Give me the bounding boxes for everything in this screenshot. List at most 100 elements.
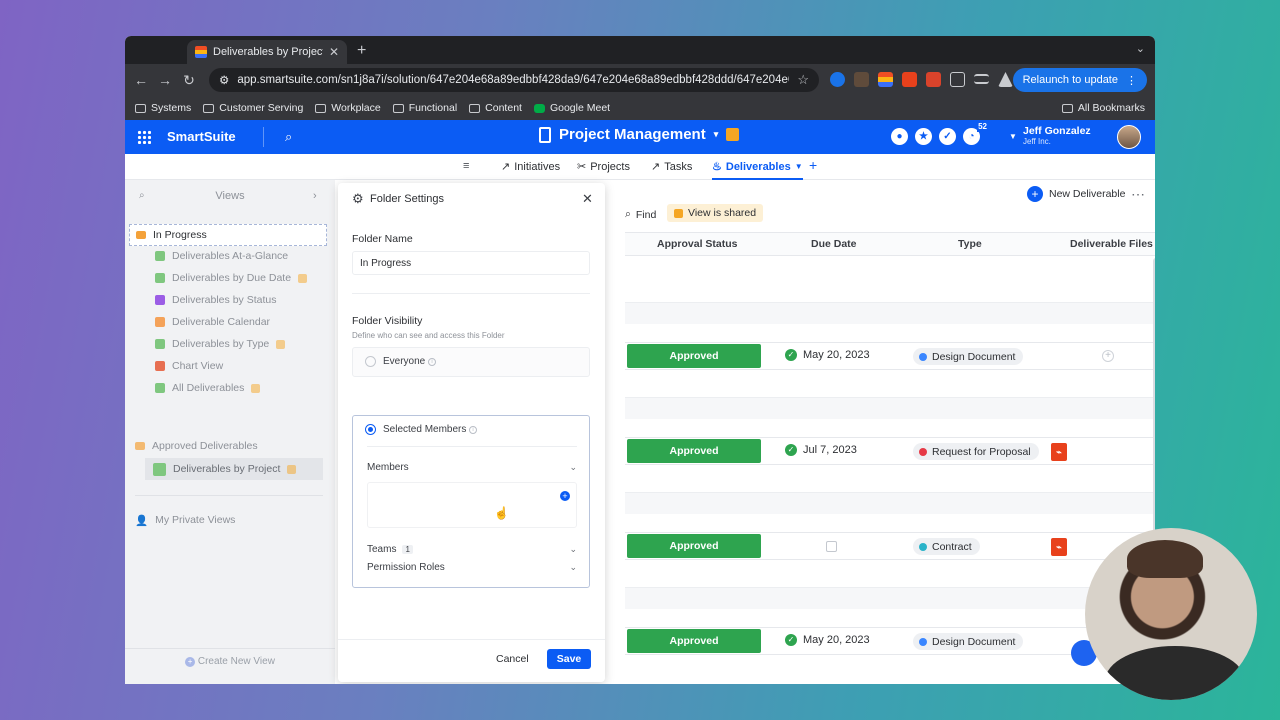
extension-icon[interactable] (926, 72, 941, 87)
tab-search-chevron-icon[interactable]: ⌄ (1136, 42, 1145, 55)
column-header[interactable]: Type (958, 238, 982, 250)
table-row[interactable]: Approved Contract ⌁ (625, 532, 1155, 560)
folder-approved-deliverables[interactable]: Approved Deliverables (135, 436, 335, 456)
type-tag[interactable]: Request for Proposal (913, 443, 1039, 460)
group-header[interactable] (625, 397, 1155, 419)
info-icon[interactable]: i (428, 358, 436, 366)
browser-tab[interactable]: Deliverables by Project | Deli ✕ (187, 40, 347, 64)
chevron-down-icon[interactable]: ⌄ (569, 462, 577, 473)
downloads-icon[interactable] (998, 72, 1013, 87)
column-header[interactable]: Due Date (811, 238, 857, 250)
site-settings-icon[interactable]: ⚙ (219, 73, 229, 87)
visibility-option-selected-members[interactable]: Selected Members i Members ⌄ + Teams 1 ⌄ … (352, 415, 590, 588)
collapse-chevron-icon[interactable]: › (313, 190, 317, 202)
solution-title[interactable]: Project Management ▾ (539, 126, 740, 143)
relaunch-button[interactable]: Relaunch to update ⋮ (1012, 68, 1147, 92)
bookmark-content[interactable]: Content (469, 102, 522, 114)
hamburger-menu-icon[interactable]: ≡ (463, 160, 469, 172)
bookmark-functional[interactable]: Functional (392, 102, 457, 114)
reload-icon[interactable]: ↻ (177, 72, 201, 89)
view-deliverables-by-project[interactable]: Deliverables by Project (145, 458, 323, 480)
approval-status-cell[interactable]: Approved (627, 629, 761, 653)
chevron-down-icon[interactable]: ⌄ (569, 562, 577, 573)
find-button[interactable]: ⌕ Find (625, 208, 656, 221)
bookmark-systems[interactable]: Systems (135, 102, 191, 114)
back-icon[interactable]: ← (129, 72, 153, 88)
type-tag[interactable]: Design Document (913, 348, 1024, 365)
table-row[interactable]: Approved ✓ May 20, 2023 Design Document + (625, 342, 1155, 370)
rss-icon[interactable] (726, 128, 740, 141)
table-row[interactable]: Approved ✓ Jul 7, 2023 Request for Proposal… (625, 437, 1155, 465)
menu-dots-icon[interactable]: ⋮ (1126, 74, 1137, 87)
tab-tasks[interactable]: ↗ Tasks (651, 160, 692, 174)
pdf-file-icon[interactable]: ⌁ (1051, 443, 1067, 461)
pdf-file-icon[interactable]: ⌁ (1051, 538, 1067, 556)
folder-in-progress[interactable]: In Progress (129, 224, 327, 246)
extension-icon[interactable] (854, 72, 869, 87)
visibility-option-everyone[interactable]: Everyone i (352, 347, 590, 377)
puzzle-icon[interactable] (950, 72, 965, 87)
bookmark-workplace[interactable]: Workplace (315, 102, 381, 114)
view-item[interactable]: All Deliverables (155, 378, 355, 398)
close-icon[interactable]: ✕ (582, 191, 593, 207)
group-header[interactable] (625, 492, 1155, 514)
view-item[interactable]: Deliverables by Status (155, 290, 355, 310)
view-item[interactable]: Deliverable Calendar (155, 312, 355, 332)
app-launcher-icon[interactable] (137, 130, 151, 144)
search-icon[interactable]: ⌕ (285, 129, 292, 145)
extension-icon[interactable] (830, 72, 845, 87)
approval-status-cell[interactable]: Approved (627, 344, 761, 368)
chevron-down-icon[interactable]: ▼ (795, 162, 803, 171)
view-item[interactable]: Chart View (155, 356, 355, 376)
view-shared-badge[interactable]: View is shared (667, 204, 764, 222)
tab-projects[interactable]: ✂ Projects (577, 160, 630, 174)
new-tab-icon[interactable]: + (357, 42, 366, 60)
radio-selected-members[interactable] (365, 424, 376, 435)
due-date-cell[interactable]: ✓ Jul 7, 2023 (785, 444, 857, 456)
type-tag[interactable]: Contract (913, 538, 980, 555)
folder-name-input[interactable] (352, 251, 590, 275)
new-deliverable-button[interactable]: + New Deliverable (1027, 186, 1125, 202)
add-table-icon[interactable]: + (809, 157, 817, 173)
add-file-icon[interactable]: + (1102, 350, 1114, 362)
approval-status-cell[interactable]: Approved (627, 439, 761, 463)
bookmark-customer-serving[interactable]: Customer Serving (203, 102, 303, 114)
calendar-icon[interactable] (826, 541, 837, 552)
cancel-button[interactable]: Cancel (496, 653, 529, 665)
chevron-down-icon[interactable]: ▾ (714, 129, 719, 140)
chevron-down-icon[interactable]: ▼ (1009, 132, 1017, 141)
column-header[interactable]: Approval Status (657, 238, 738, 250)
more-options-icon[interactable]: ⋯ (1131, 186, 1145, 203)
user-menu[interactable]: Jeff Gonzalez Jeff Inc. (1023, 125, 1091, 146)
forward-icon[interactable]: → (153, 72, 177, 88)
add-member-icon[interactable]: + (560, 491, 570, 501)
my-private-views[interactable]: 👤 My Private Views (135, 510, 335, 530)
bookmark-google-meet[interactable]: Google Meet (533, 102, 610, 114)
tab-initiatives[interactable]: ↗ Initiatives (501, 160, 560, 174)
members-picker[interactable]: + (367, 482, 577, 528)
view-item[interactable]: Deliverables by Due Date (155, 268, 355, 288)
type-tag[interactable]: Design Document (913, 633, 1024, 650)
favorites-star-icon[interactable]: ★ (915, 128, 932, 145)
view-item[interactable]: Deliverables by Type (155, 334, 355, 354)
due-date-cell[interactable]: ✓ May 20, 2023 (785, 634, 870, 646)
approval-status-cell[interactable]: Approved (627, 534, 761, 558)
group-header[interactable] (625, 302, 1155, 324)
view-item[interactable]: Deliverables At-a-Glance (155, 246, 355, 266)
teams-section[interactable]: Teams 1 ⌄ (367, 544, 577, 555)
members-icon[interactable]: ● (891, 128, 908, 145)
reading-list-icon[interactable] (974, 74, 989, 84)
tasks-check-icon[interactable]: ✓ (939, 128, 956, 145)
avatar[interactable] (1117, 125, 1141, 149)
notifications-bell-icon[interactable]: ◔ 52 (963, 122, 988, 145)
chevron-down-icon[interactable]: ⌄ (569, 544, 577, 555)
smartsuite-extension-icon[interactable] (878, 72, 893, 87)
all-bookmarks[interactable]: All Bookmarks (1061, 102, 1145, 114)
bookmark-star-icon[interactable]: ☆ (797, 72, 809, 88)
tab-deliverables[interactable]: ♨ Deliverables ▼ (712, 160, 803, 180)
save-button[interactable]: Save (547, 649, 591, 669)
group-header[interactable] (625, 587, 1155, 609)
due-date-cell[interactable]: ✓ May 20, 2023 (785, 349, 870, 361)
permission-roles-section[interactable]: Permission Roles ⌄ (367, 562, 577, 573)
column-header[interactable]: Deliverable Files (1070, 238, 1153, 250)
